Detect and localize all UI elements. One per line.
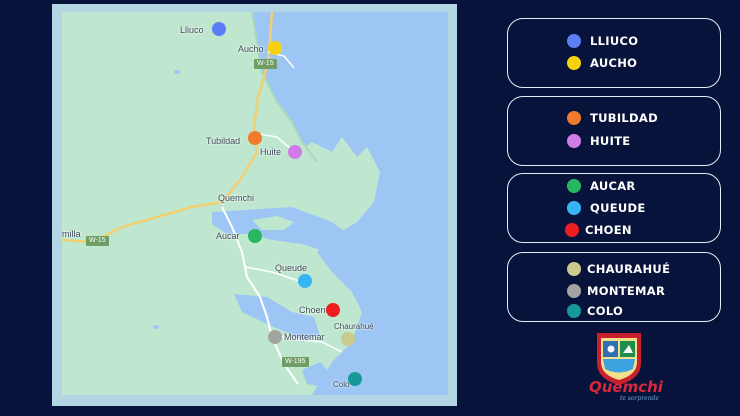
legend-dot-colo bbox=[567, 304, 581, 318]
legend-dot-aucar bbox=[567, 179, 581, 193]
marker-lliuco[interactable] bbox=[212, 22, 226, 36]
marker-montemar[interactable] bbox=[268, 330, 282, 344]
place-label-montemar: Montemar bbox=[284, 332, 325, 342]
legend-group-3: AUCAR QUEUDE CHOEN bbox=[507, 173, 721, 243]
lake bbox=[153, 325, 159, 329]
legend-item-colo[interactable]: COLO bbox=[567, 304, 623, 318]
marker-choen[interactable] bbox=[326, 303, 340, 317]
place-label-aucho: Aucho bbox=[238, 44, 264, 54]
road-badge-w15-north: W-15 bbox=[254, 59, 277, 69]
legend-label: MONTEMAR bbox=[587, 284, 666, 298]
marker-aucar[interactable] bbox=[248, 229, 262, 243]
lake bbox=[174, 70, 180, 74]
place-label-lliuco: Lliuco bbox=[180, 25, 204, 35]
logo-tagline: te sorprende bbox=[620, 395, 659, 402]
legend-label: AUCAR bbox=[590, 179, 636, 193]
legend-item-lliuco[interactable]: LLIUCO bbox=[567, 34, 638, 48]
marker-chaurahue[interactable] bbox=[341, 332, 355, 346]
place-label-chaurahue: Chaurahué bbox=[334, 322, 374, 331]
legend-dot-montemar bbox=[567, 284, 581, 298]
legend-dot-aucho bbox=[567, 56, 581, 70]
legend-item-queude[interactable]: QUEUDE bbox=[567, 201, 646, 215]
legend-label: CHAURAHUÉ bbox=[587, 262, 671, 276]
legend-dot-choen bbox=[565, 223, 579, 237]
legend-dot-queude bbox=[567, 201, 581, 215]
place-label-queude: Queude bbox=[275, 263, 308, 273]
legend-group-1: LLIUCO AUCHO bbox=[507, 18, 721, 88]
place-label-colo: Colo bbox=[333, 380, 350, 389]
road-badge-w15-west: W-15 bbox=[86, 236, 109, 246]
legend-dot-lliuco bbox=[567, 34, 581, 48]
place-label-quemchi: Quemchi bbox=[218, 193, 255, 203]
legend-label: HUITE bbox=[590, 134, 631, 148]
legend-item-tubildad[interactable]: TUBILDAD bbox=[567, 111, 658, 125]
legend-label: AUCHO bbox=[590, 56, 638, 70]
legend-item-huite[interactable]: HUITE bbox=[567, 134, 630, 148]
legend-item-montemar[interactable]: MONTEMAR bbox=[567, 284, 665, 298]
legend-label: TUBILDAD bbox=[590, 111, 658, 125]
legend-dot-chaurahue bbox=[567, 262, 581, 276]
logo-text: Quemchi bbox=[589, 378, 663, 396]
place-label-huite: Huite bbox=[260, 147, 282, 157]
legend-label: QUEUDE bbox=[590, 201, 646, 215]
marker-tubildad[interactable] bbox=[248, 131, 262, 145]
map-canvas bbox=[62, 12, 448, 395]
legend-label: COLO bbox=[587, 304, 624, 318]
legend-item-aucar[interactable]: AUCAR bbox=[567, 179, 636, 193]
legend-item-choen[interactable]: CHOEN bbox=[565, 223, 632, 237]
marker-aucho[interactable] bbox=[268, 41, 282, 55]
legend-dot-tubildad bbox=[567, 111, 581, 125]
map[interactable]: Lliuco Aucho Tubildad Huite Quemchi Auca… bbox=[62, 12, 448, 395]
place-label-aucar: Aucar bbox=[216, 231, 240, 241]
legend-dot-huite bbox=[567, 134, 581, 148]
legend-item-aucho[interactable]: AUCHO bbox=[567, 56, 637, 70]
legend-item-chaurahue[interactable]: CHAURAHUÉ bbox=[567, 262, 670, 276]
road-badge-w195: W-195 bbox=[282, 357, 309, 367]
legend-group-4: CHAURAHUÉ MONTEMAR COLO bbox=[507, 252, 721, 322]
place-label-tubildad: Tubildad bbox=[206, 136, 241, 146]
marker-colo[interactable] bbox=[348, 372, 362, 386]
place-label-choen: Choen bbox=[299, 305, 326, 315]
place-label-milla: milla bbox=[62, 229, 81, 239]
marker-huite[interactable] bbox=[288, 145, 302, 159]
marker-queude[interactable] bbox=[298, 274, 312, 288]
legend-group-2: TUBILDAD HUITE bbox=[507, 96, 721, 166]
legend-label: LLIUCO bbox=[590, 34, 639, 48]
legend-label: CHOEN bbox=[585, 223, 632, 237]
